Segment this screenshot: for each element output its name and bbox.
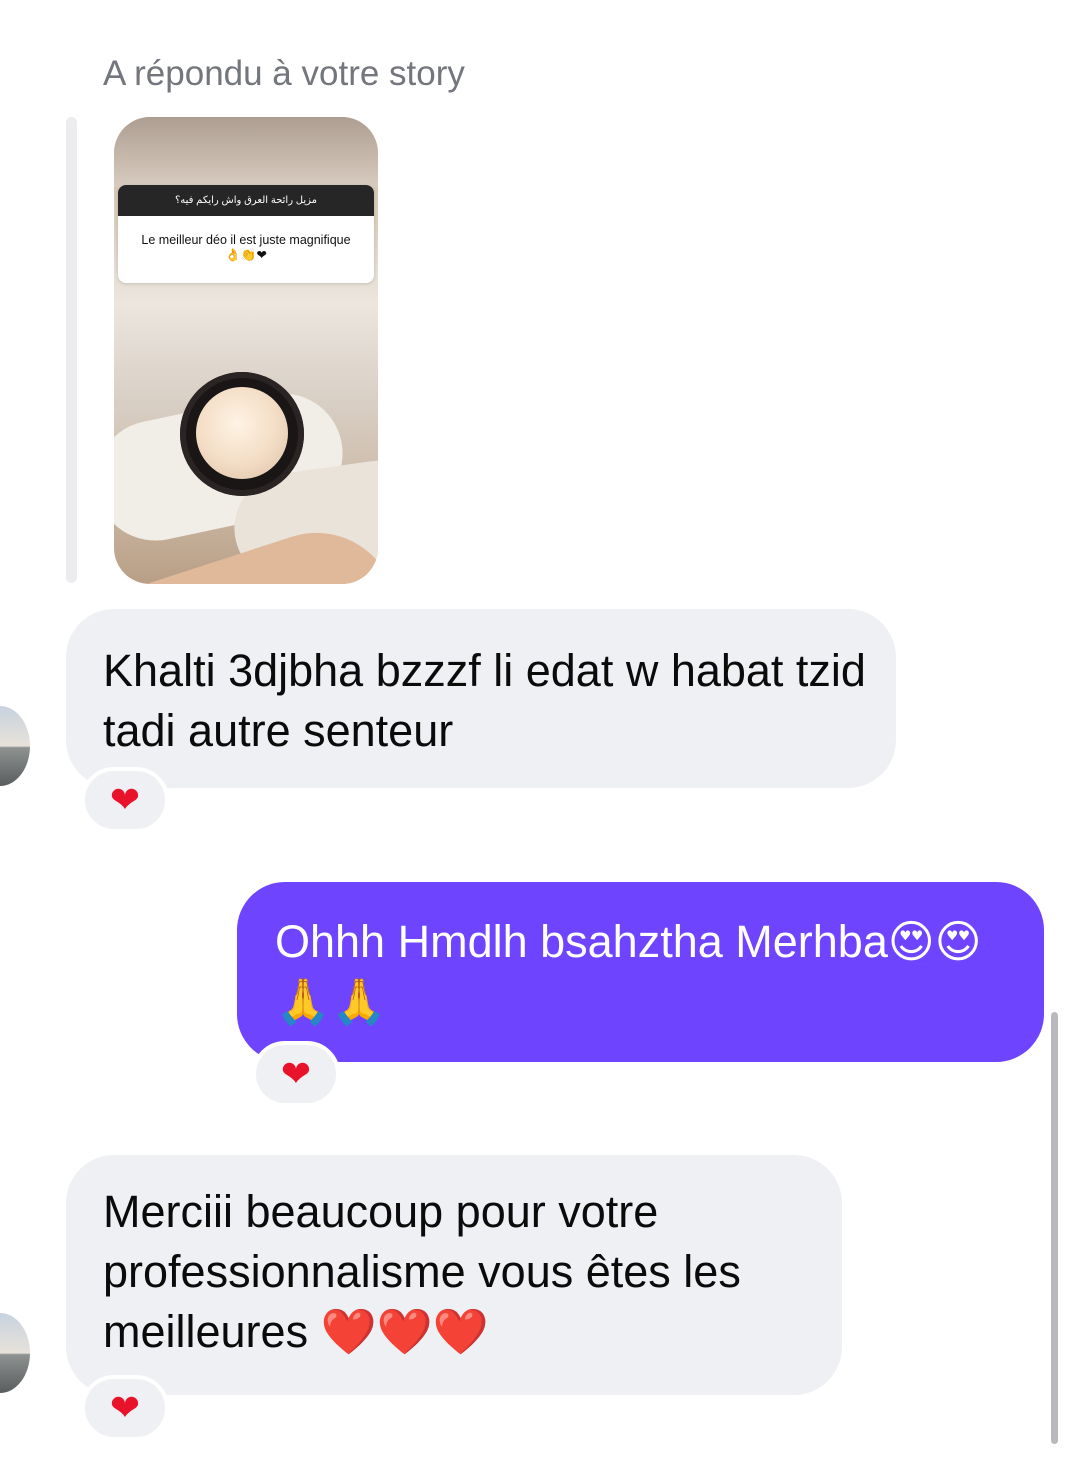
- heart-reaction[interactable]: ❤: [81, 1375, 169, 1441]
- heart-reaction[interactable]: ❤: [81, 767, 169, 833]
- story-question-text: مزيل رائحة العرق واش رايكم فيه؟: [118, 185, 374, 216]
- scrollbar[interactable]: [1051, 1012, 1058, 1444]
- heart-reaction[interactable]: ❤: [252, 1041, 340, 1107]
- story-reply-label: A répondu à votre story: [103, 54, 465, 93]
- heart-icon: ❤: [280, 1053, 312, 1094]
- message-text: Khalti 3djbha bzzzf li edat w habat tzid…: [103, 645, 866, 756]
- story-answer-text: Le meilleur déo il est juste magnifique …: [118, 216, 374, 263]
- story-question-sticker: مزيل رائحة العرق واش رايكم فيه؟ Le meill…: [118, 185, 374, 283]
- message-text: Ohhh Hmdlh bsahztha Merhba😍😍🙏🙏: [275, 916, 982, 1027]
- story-answer-emojis: 👌👏❤: [225, 248, 267, 262]
- sender-avatar[interactable]: [0, 1313, 30, 1393]
- heart-icon: ❤: [109, 779, 141, 820]
- message-text: Merciii beaucoup pour votre professionna…: [103, 1186, 741, 1357]
- story-image-cream: [196, 387, 288, 479]
- story-answer-body: Le meilleur déo il est juste magnifique: [141, 233, 351, 247]
- heart-icon: ❤: [109, 1387, 141, 1428]
- story-thumbnail[interactable]: مزيل رائحة العرق واش رايكم فيه؟ Le meill…: [114, 117, 378, 584]
- story-quote-bar: [66, 117, 77, 583]
- story-image-shelf: [114, 117, 378, 187]
- incoming-message-bubble[interactable]: Khalti 3djbha bzzzf li edat w habat tzid…: [66, 609, 896, 788]
- sender-avatar[interactable]: [0, 706, 30, 786]
- incoming-message-bubble[interactable]: Merciii beaucoup pour votre professionna…: [66, 1155, 842, 1395]
- outgoing-message-bubble[interactable]: Ohhh Hmdlh bsahztha Merhba😍😍🙏🙏: [237, 882, 1044, 1062]
